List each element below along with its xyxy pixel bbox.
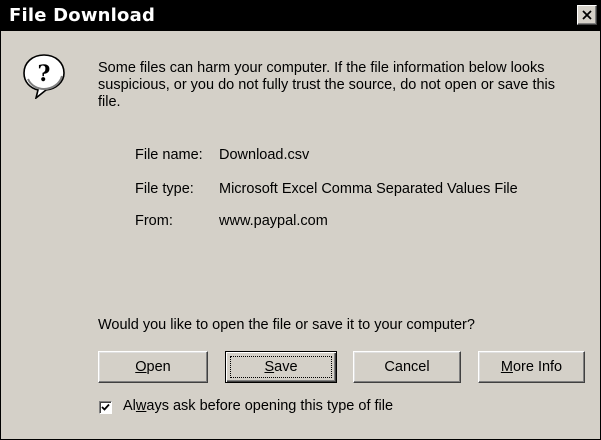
file-download-dialog: File Download ? Some files can harm your… xyxy=(0,0,601,440)
more-info-button[interactable]: More Info xyxy=(478,351,585,383)
file-type-label: File type: xyxy=(135,181,194,197)
title-bar[interactable]: File Download xyxy=(1,1,600,31)
save-button-label: Save xyxy=(264,359,298,375)
file-type-value: Microsoft Excel Comma Separated Values F… xyxy=(219,181,518,197)
cancel-button-label: Cancel xyxy=(384,359,430,375)
close-button[interactable] xyxy=(577,5,597,25)
svg-text:?: ? xyxy=(38,61,51,87)
file-name-label: File name: xyxy=(135,147,203,163)
file-from-value: www.paypal.com xyxy=(219,213,328,229)
always-ask-checkbox[interactable] xyxy=(99,401,112,414)
save-button[interactable]: Save xyxy=(225,351,337,383)
file-name-value: Download.csv xyxy=(219,147,310,163)
question-mark-icon: ? xyxy=(23,54,65,99)
checkmark-icon xyxy=(101,403,110,411)
more-info-button-label: More Info xyxy=(500,359,563,375)
always-ask-label[interactable]: Always ask before opening this type of f… xyxy=(123,398,393,414)
open-button-label: Open xyxy=(135,359,171,375)
file-from-label: From: xyxy=(135,213,173,229)
open-button[interactable]: Open xyxy=(98,351,208,383)
close-icon xyxy=(582,10,592,20)
cancel-button[interactable]: Cancel xyxy=(353,351,461,383)
window-title: File Download xyxy=(9,5,156,26)
open-or-save-question: Would you like to open the file or save … xyxy=(98,317,475,333)
warning-message: Some files can harm your computer. If th… xyxy=(98,60,556,110)
